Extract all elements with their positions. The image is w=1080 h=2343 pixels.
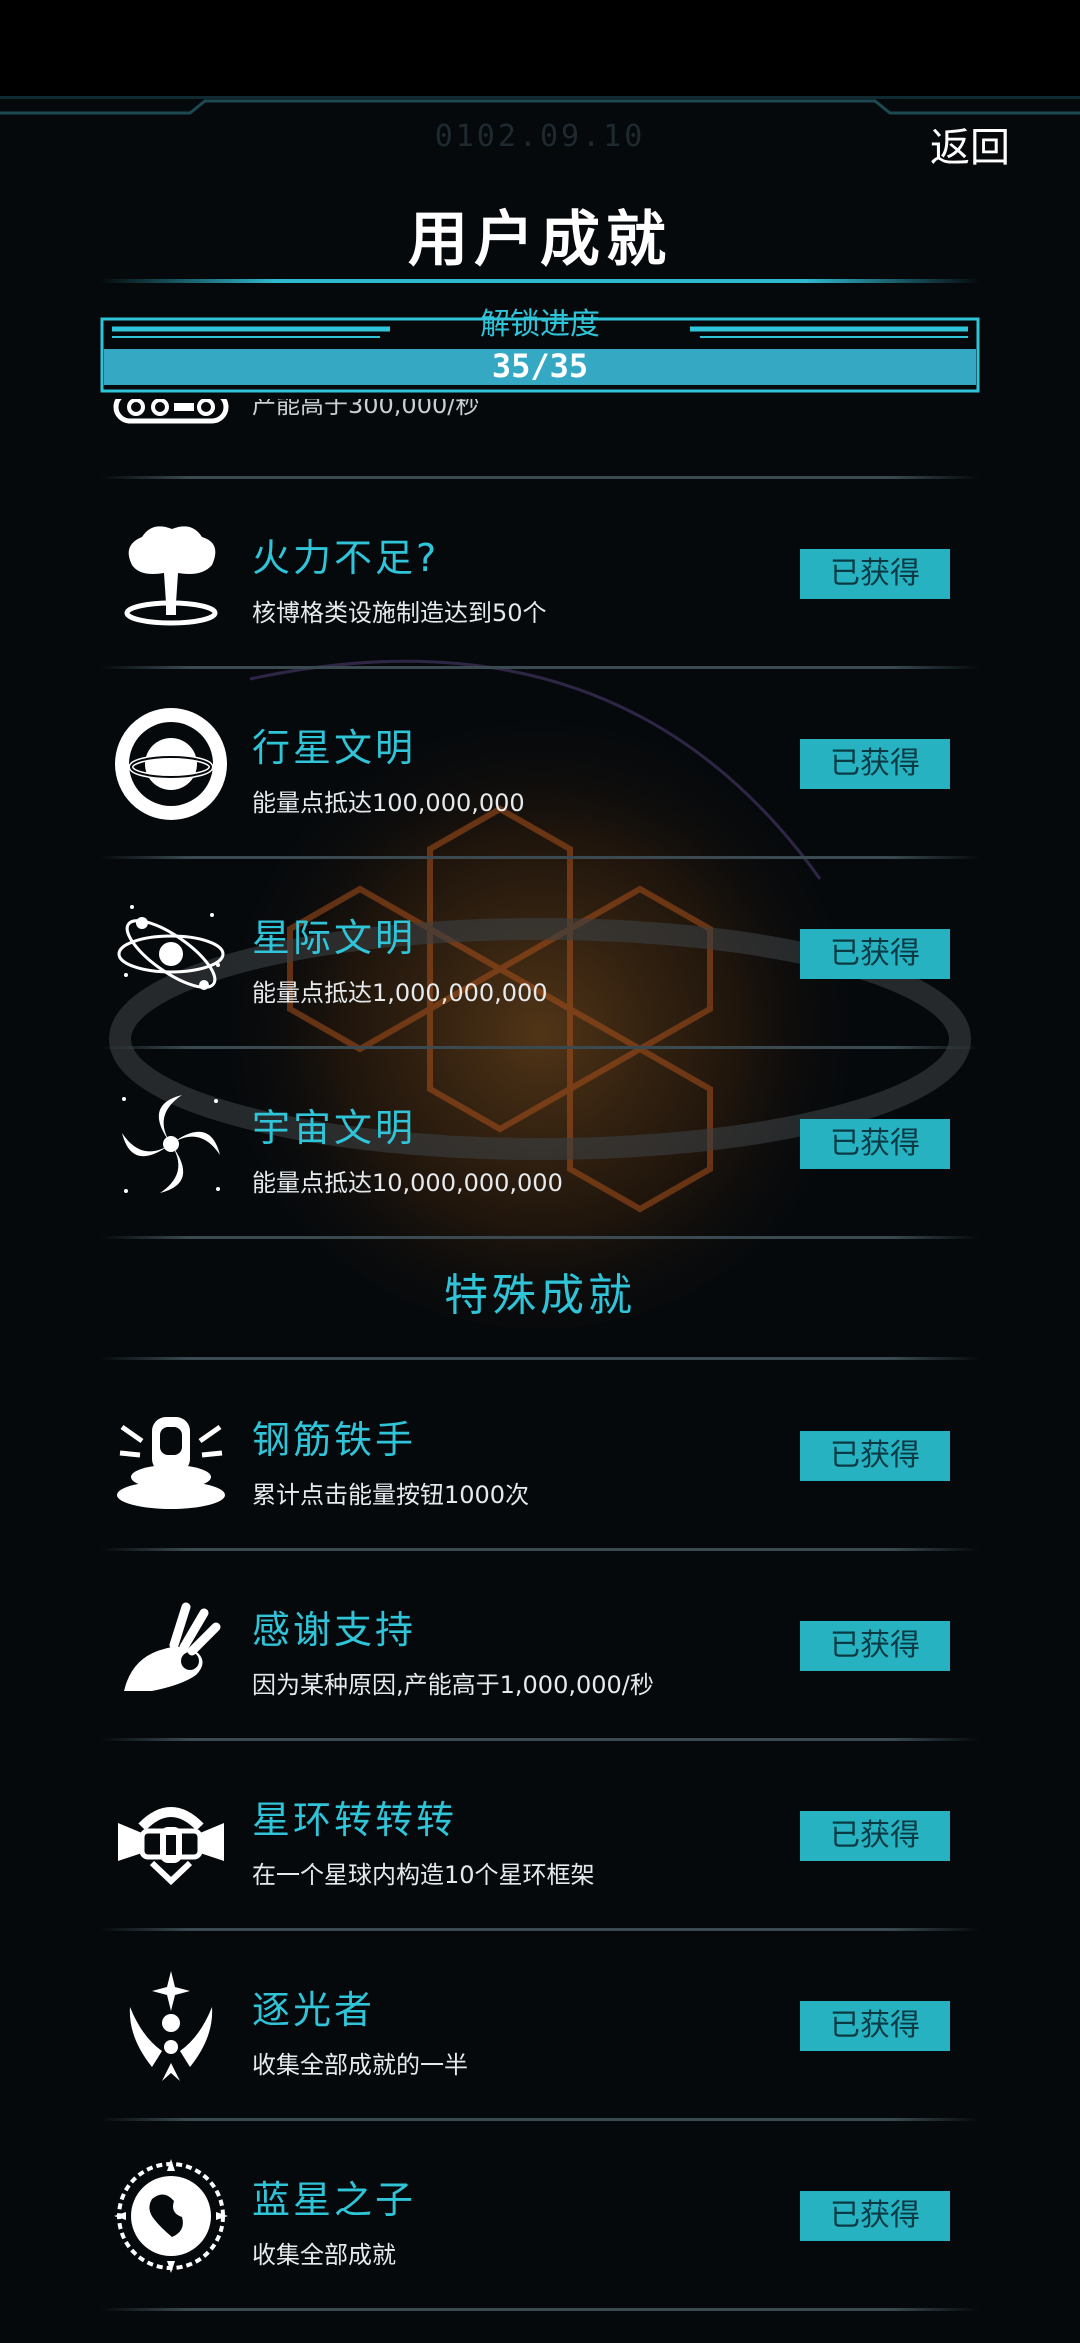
row-divider bbox=[100, 1236, 980, 1239]
achievement-status-badge: 已获得 bbox=[800, 1621, 950, 1671]
achievement-list[interactable]: 产能高于300,000/秒 火力不足? 核博格类设施制造达到50个 已获得 行星… bbox=[100, 399, 980, 2343]
achievement-desc: 产能高于300,000/秒 bbox=[252, 399, 480, 419]
section-divider bbox=[100, 1357, 980, 1360]
row-divider bbox=[100, 2308, 980, 2311]
achievement-name: 钢筋铁手 bbox=[252, 1418, 417, 1462]
achievement-name: 星际文明 bbox=[252, 916, 417, 960]
achievement-desc: 核博格类设施制造达到50个 bbox=[252, 599, 547, 627]
achievement-status-badge: 已获得 bbox=[800, 2191, 950, 2241]
achievement-name: 火力不足? bbox=[252, 536, 440, 580]
mushroom-cloud-icon bbox=[124, 526, 218, 626]
achievement-row[interactable]: 逐光者 收集全部成就的一半 已获得 bbox=[100, 1931, 980, 2121]
achievement-name: 行星文明 bbox=[252, 726, 417, 770]
achievement-name: 蓝星之子 bbox=[252, 2178, 417, 2222]
achievement-status-badge: 已获得 bbox=[800, 739, 950, 789]
achievement-status-badge: 已获得 bbox=[800, 549, 950, 599]
section-title-special: 特殊成就 bbox=[444, 1270, 636, 1321]
achievement-status-badge: 已获得 bbox=[800, 1119, 950, 1169]
achievements-screen: 0102.09.10 返回 用户成就 解锁进度 35/35 产能高于300,00… bbox=[0, 96, 1080, 2343]
achievement-row[interactable]: 宇宙文明 能量点抵达10,000,000,000 已获得 bbox=[100, 1049, 980, 1239]
tank-icon bbox=[113, 399, 229, 424]
achievement-desc: 累计点击能量按钮1000次 bbox=[252, 1481, 530, 1509]
achievement-desc: 因为某种原因,产能高于1,000,000/秒 bbox=[252, 1671, 654, 1699]
achievement-desc: 能量点抵达1,000,000,000 bbox=[252, 979, 548, 1007]
achievement-row[interactable]: 火力不足? 核博格类设施制造达到50个 已获得 bbox=[100, 479, 980, 669]
ringed-planet-icon bbox=[115, 708, 227, 820]
achievement-row[interactable]: 蓝星之子 收集全部成就 已获得 bbox=[100, 2121, 980, 2311]
achievement-status-badge: 已获得 bbox=[800, 1431, 950, 1481]
achievement-name: 宇宙文明 bbox=[252, 1106, 417, 1150]
achievement-status-badge: 已获得 bbox=[800, 1811, 950, 1861]
partial-achievement-row: 产能高于300,000/秒 bbox=[100, 399, 980, 479]
achievement-status-badge: 已获得 bbox=[800, 2001, 950, 2051]
achievement-row[interactable]: 星环转转转 在一个星球内构造10个星环框架 已获得 bbox=[100, 1741, 980, 1931]
achievement-status-badge: 已获得 bbox=[800, 929, 950, 979]
achievement-name: 逐光者 bbox=[252, 1988, 376, 2032]
back-button[interactable]: 返回 bbox=[930, 115, 1010, 173]
ok-hand-icon bbox=[124, 1602, 221, 1691]
achievement-desc: 收集全部成就 bbox=[252, 2241, 396, 2269]
achievement-desc: 能量点抵达100,000,000 bbox=[252, 789, 525, 817]
progress-count: 35/35 bbox=[491, 347, 589, 385]
title-divider bbox=[100, 279, 980, 283]
progress-label: 解锁进度 bbox=[480, 307, 600, 342]
winged-star-icon bbox=[129, 1971, 213, 2081]
achievement-desc: 收集全部成就的一半 bbox=[252, 2051, 468, 2079]
achievement-row[interactable]: 感谢支持 因为某种原因,产能高于1,000,000/秒 已获得 bbox=[100, 1551, 980, 1741]
achievement-name: 感谢支持 bbox=[252, 1608, 417, 1652]
date-display: 0102.09.10 bbox=[434, 119, 646, 154]
page-title: 用户成就 bbox=[408, 205, 672, 275]
achievement-row[interactable]: 星际文明 能量点抵达1,000,000,000 已获得 bbox=[100, 859, 980, 1049]
top-frame-decoration bbox=[0, 99, 1080, 115]
achievement-row[interactable]: 行星文明 能量点抵达100,000,000 已获得 bbox=[100, 669, 980, 859]
achievement-row[interactable]: 钢筋铁手 累计点击能量按钮1000次 已获得 bbox=[100, 1361, 980, 1551]
ring-frame-icon bbox=[118, 1807, 224, 1886]
press-button-icon bbox=[117, 1417, 225, 1509]
blue-planet-emblem-icon bbox=[114, 2159, 228, 2273]
orbit-atom-icon bbox=[117, 905, 225, 990]
achievement-desc: 在一个星球内构造10个星环框架 bbox=[252, 1861, 595, 1889]
galaxy-swirl-icon bbox=[122, 1095, 220, 1193]
achievement-desc: 能量点抵达10,000,000,000 bbox=[252, 1169, 563, 1197]
achievement-name: 星环转转转 bbox=[252, 1798, 458, 1842]
